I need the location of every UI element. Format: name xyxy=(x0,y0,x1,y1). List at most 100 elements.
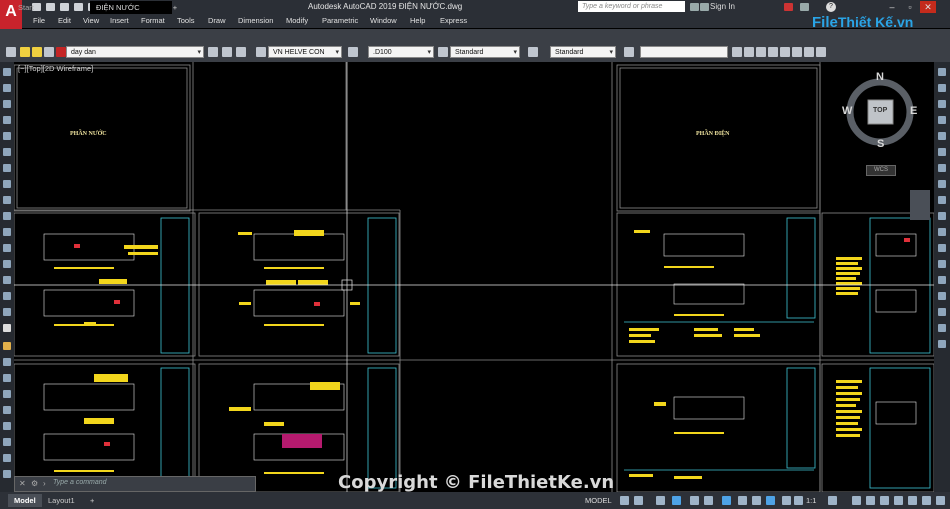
layer-previous-icon[interactable] xyxy=(236,47,246,57)
erase-icon[interactable] xyxy=(3,342,11,350)
dim-style-icon[interactable] xyxy=(348,47,358,57)
tab-start[interactable]: Start xyxy=(12,1,84,14)
compass-south[interactable]: S xyxy=(877,138,884,150)
add-layout-button[interactable]: + xyxy=(84,494,100,507)
close-command-icon[interactable]: ✕ xyxy=(19,479,26,488)
fillet-tool-icon[interactable] xyxy=(938,292,946,300)
polar-icon[interactable] xyxy=(672,496,681,505)
view-icon-1[interactable] xyxy=(732,47,742,57)
object-snap-icon[interactable] xyxy=(722,496,731,505)
explode-tool-icon[interactable] xyxy=(938,308,946,316)
menu-insert[interactable]: Insert xyxy=(110,16,129,25)
spline-icon[interactable] xyxy=(3,196,11,204)
model-space-toggle[interactable]: MODEL xyxy=(585,496,612,505)
rotate-icon[interactable] xyxy=(3,438,11,446)
selection-cycling-icon[interactable] xyxy=(766,496,775,505)
rotate-tool-icon[interactable] xyxy=(938,164,946,172)
scale-icon[interactable] xyxy=(3,454,11,462)
snap-icon[interactable] xyxy=(634,496,643,505)
chamfer-tool-icon[interactable] xyxy=(938,276,946,284)
view-icon-6[interactable] xyxy=(792,47,802,57)
drawing-canvas[interactable] xyxy=(14,62,934,492)
wcs-menu[interactable]: WCS xyxy=(866,165,896,176)
tab-layout1[interactable]: Layout1 xyxy=(42,494,81,507)
mleader-style-dropdown[interactable]: Standard ▾ xyxy=(550,46,616,58)
ortho-icon[interactable] xyxy=(656,496,665,505)
customize-command-icon[interactable]: ⚙ xyxy=(31,479,38,488)
new-tab-button[interactable]: + xyxy=(168,1,182,14)
menu-draw[interactable]: Draw xyxy=(208,16,226,25)
annotation-monitor-icon[interactable] xyxy=(852,496,861,505)
object-snap-tracking-icon[interactable] xyxy=(704,496,713,505)
view-icon-8[interactable] xyxy=(816,47,826,57)
point-icon[interactable] xyxy=(3,260,11,268)
menu-window[interactable]: Window xyxy=(370,16,397,25)
lineweight-icon[interactable] xyxy=(738,496,747,505)
trim-tool-icon[interactable] xyxy=(938,212,946,220)
stretch-icon[interactable] xyxy=(3,470,11,478)
isolate-objects-icon[interactable] xyxy=(894,496,903,505)
menu-dimension[interactable]: Dimension xyxy=(238,16,273,25)
user-icon[interactable] xyxy=(700,3,709,11)
offset-icon[interactable] xyxy=(3,390,11,398)
tab-document[interactable]: ĐIỆN NƯỚC xyxy=(90,1,172,14)
stretch-tool-icon[interactable] xyxy=(938,196,946,204)
clean-screen-icon[interactable] xyxy=(922,496,931,505)
make-block-icon[interactable] xyxy=(3,244,11,252)
arc-icon[interactable] xyxy=(3,148,11,156)
dimension-tool-icon[interactable] xyxy=(938,324,946,332)
aligned-dim-tool-icon[interactable] xyxy=(938,340,946,348)
line-icon[interactable] xyxy=(3,68,11,76)
scale-tool-icon[interactable] xyxy=(938,180,946,188)
offset-tool-icon[interactable] xyxy=(938,116,946,124)
copy-icon[interactable] xyxy=(3,358,11,366)
ellipse-icon[interactable] xyxy=(3,212,11,220)
menu-modify[interactable]: Modify xyxy=(286,16,308,25)
hatch-icon[interactable] xyxy=(3,276,11,284)
move-tool-icon[interactable] xyxy=(938,148,946,156)
mirror-icon[interactable] xyxy=(3,374,11,382)
view-icon-3[interactable] xyxy=(756,47,766,57)
copy-tool-icon[interactable] xyxy=(938,84,946,92)
break-tool-icon[interactable] xyxy=(938,244,946,252)
layer-dropdown[interactable]: day dan ▾ xyxy=(66,46,204,58)
navigation-bar[interactable] xyxy=(910,190,930,220)
search-input[interactable]: Type a keyword or phrase xyxy=(578,1,685,12)
dim-style-dropdown[interactable]: .D100 ▾ xyxy=(368,46,434,58)
autoscale-icon[interactable] xyxy=(794,496,803,505)
visual-style-icon[interactable] xyxy=(624,47,634,57)
viewport-controls[interactable]: [−][Top][2D Wireframe] xyxy=(18,64,93,73)
mirror-tool-icon[interactable] xyxy=(938,100,946,108)
text-style-dropdown[interactable]: VN HELVE CON ▾ xyxy=(268,46,342,58)
layer-freeze-icon[interactable] xyxy=(32,47,42,57)
rectangle-icon[interactable] xyxy=(3,132,11,140)
exchange-icon[interactable] xyxy=(784,3,793,11)
command-line[interactable]: ✕ ⚙ › Type a command xyxy=(14,476,256,492)
a360-icon[interactable] xyxy=(800,3,809,11)
make-current-icon[interactable] xyxy=(208,47,218,57)
close-button[interactable]: ✕ xyxy=(920,1,936,13)
annotation-visibility-icon[interactable] xyxy=(782,496,791,505)
table-style-icon[interactable] xyxy=(438,47,448,57)
grid-icon[interactable] xyxy=(620,496,629,505)
menu-tools[interactable]: Tools xyxy=(177,16,195,25)
erase-tool-icon[interactable] xyxy=(938,68,946,76)
tab-model[interactable]: Model xyxy=(8,494,42,507)
polygon-icon[interactable] xyxy=(3,116,11,124)
view-icon-2[interactable] xyxy=(744,47,754,57)
join-tool-icon[interactable] xyxy=(938,260,946,268)
revcloud-icon[interactable] xyxy=(3,180,11,188)
menu-view[interactable]: View xyxy=(83,16,99,25)
compass-north[interactable]: N xyxy=(876,71,884,83)
layer-on-icon[interactable] xyxy=(20,47,30,57)
command-input[interactable]: Type a command xyxy=(53,479,107,486)
isodraft-icon[interactable] xyxy=(690,496,699,505)
table-style-dropdown[interactable]: Standard ▾ xyxy=(450,46,520,58)
view-icon-7[interactable] xyxy=(804,47,814,57)
text-style-icon[interactable] xyxy=(256,47,266,57)
menu-edit[interactable]: Edit xyxy=(58,16,71,25)
extend-tool-icon[interactable] xyxy=(938,228,946,236)
customization-menu-icon[interactable] xyxy=(936,496,945,505)
visual-style-field[interactable] xyxy=(640,46,728,58)
layer-match-icon[interactable] xyxy=(222,47,232,57)
